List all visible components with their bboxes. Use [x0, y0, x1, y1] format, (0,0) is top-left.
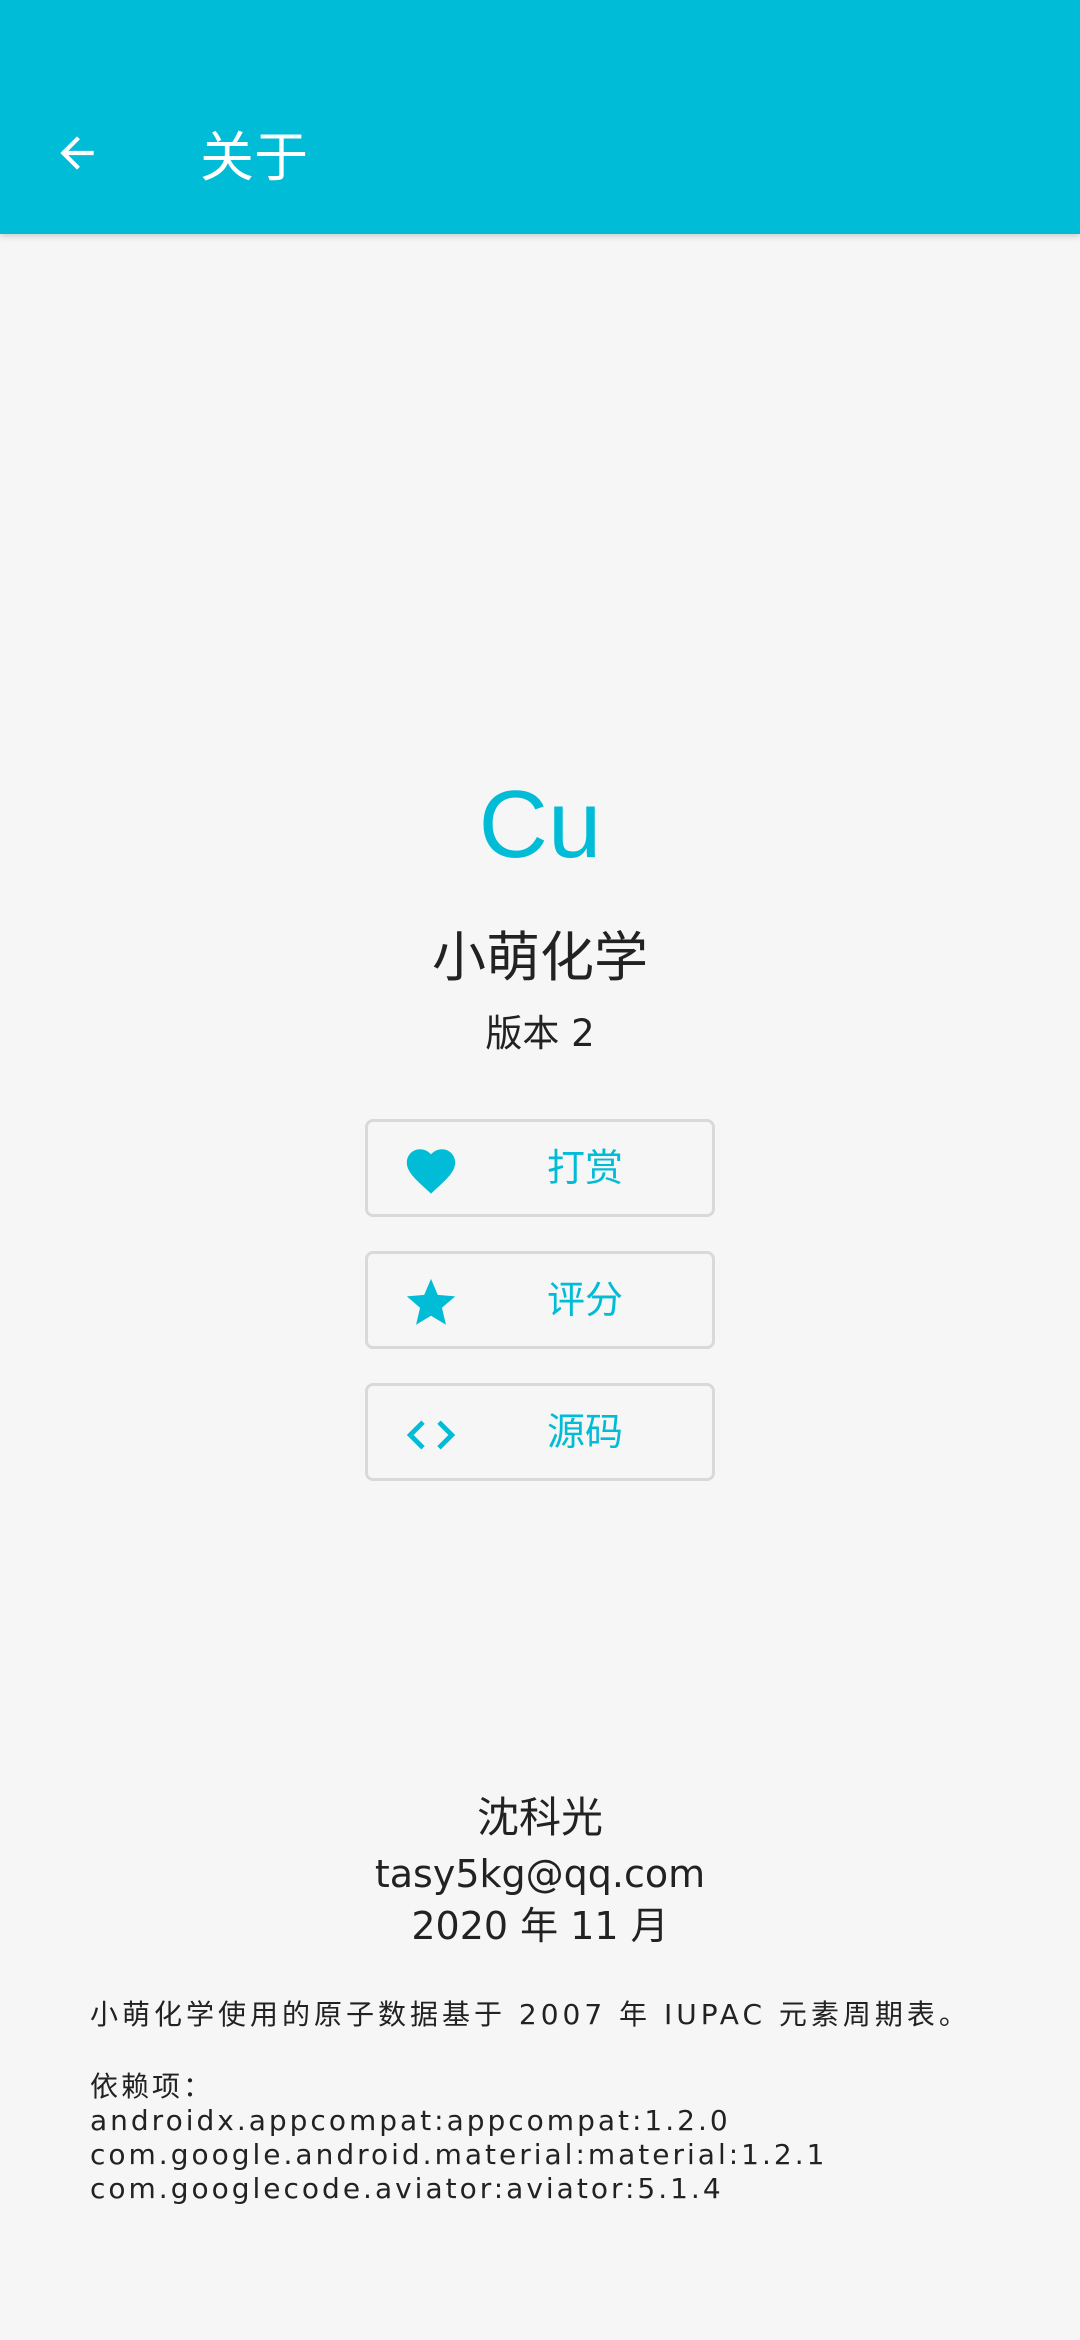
data-source-note: 小萌化学使用的原子数据基于 2007 年 IUPAC 元素周期表。 [90, 1998, 971, 2031]
star-icon [402, 1274, 460, 1332]
arrow-left-icon [60, 136, 94, 170]
author-name: 沈科光 [476, 1793, 603, 1842]
dependency-item: com.googlecode.aviator:aviator:5.1.4 [90, 2172, 724, 2205]
app-name: 小萌化学 [432, 926, 648, 989]
code-brackets-icon [402, 1406, 460, 1464]
dependencies-section: 依赖项： androidx.appcompat:appcompat:1.2.0 … [90, 2070, 1050, 2206]
donate-button[interactable]: 打赏 [365, 1119, 715, 1217]
page-title: 关于 [200, 126, 308, 189]
source-code-button[interactable]: 源码 [365, 1383, 715, 1481]
dependencies-label: 依赖项： [90, 2070, 215, 2103]
rate-button[interactable]: 评分 [365, 1251, 715, 1349]
dependency-item: com.google.android.material:material:1.2… [90, 2138, 828, 2171]
rate-label: 评分 [546, 1278, 623, 1322]
back-button[interactable] [44, 120, 110, 186]
app-version: 版本 2 [485, 1012, 595, 1055]
author-email: tasy5kg@qq.com [374, 1852, 706, 1896]
app-bar: 关于 [0, 0, 1080, 234]
heart-icon [402, 1142, 460, 1200]
donate-label: 打赏 [546, 1146, 623, 1190]
app-logo-text: Cu [478, 771, 602, 878]
source-code-label: 源码 [546, 1410, 623, 1454]
dependency-item: androidx.appcompat:appcompat:1.2.0 [90, 2104, 731, 2137]
release-date: 2020 年 11 月 [411, 1904, 669, 1948]
